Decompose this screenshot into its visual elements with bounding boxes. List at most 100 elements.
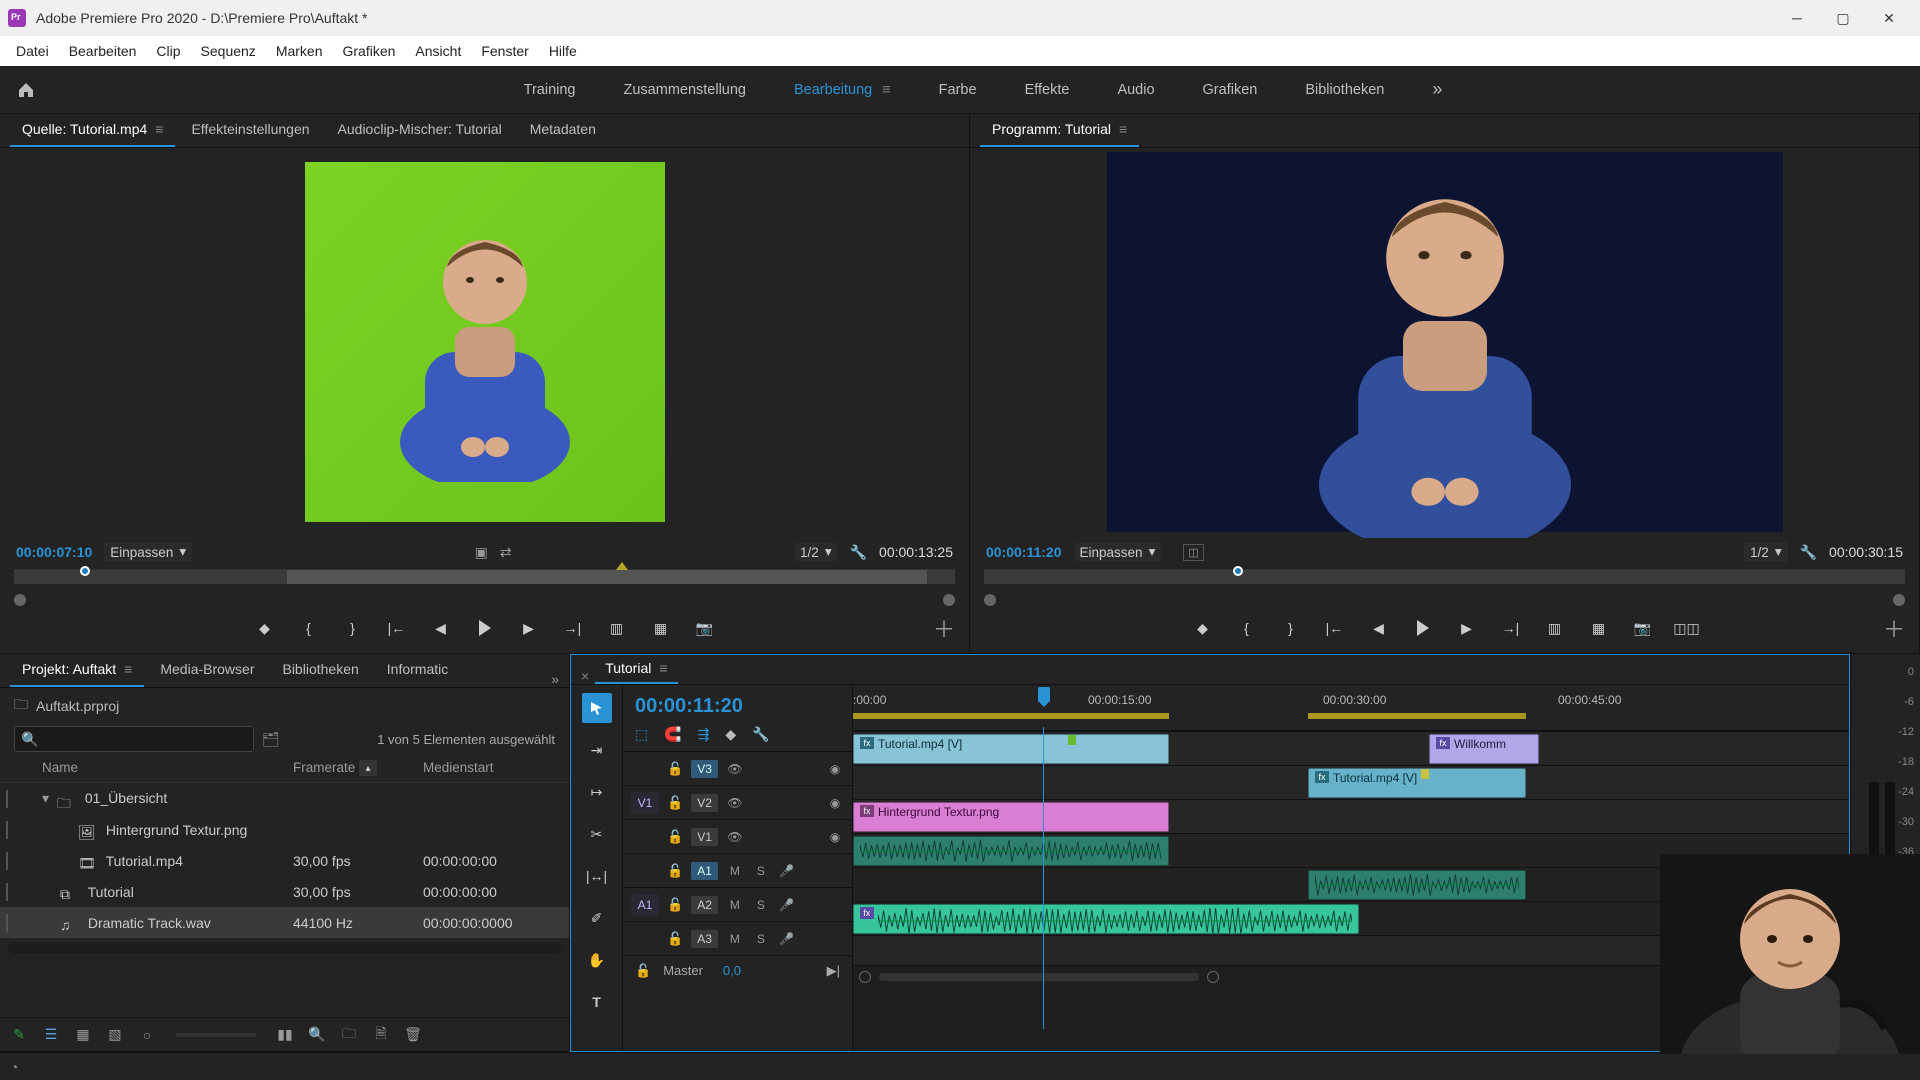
pen-tool-icon[interactable]: ✎ [10, 1026, 28, 1044]
sync-lock-icon[interactable]: ◉ [826, 762, 844, 776]
step-forward-button[interactable]: ▶ [518, 617, 540, 639]
track-target[interactable]: V1 [691, 828, 718, 846]
media-browser-tab[interactable]: Media-Browser [148, 655, 266, 687]
track-target[interactable]: A2 [691, 896, 718, 914]
track-select-tool[interactable]: ⇥ [582, 735, 612, 765]
menu-datei[interactable]: Datei [6, 39, 59, 63]
snap-toggle-icon[interactable]: 🧲 [664, 726, 681, 743]
add-marker-button[interactable]: ◆ [254, 617, 276, 639]
type-tool[interactable]: T [582, 987, 612, 1017]
go-to-in-button[interactable]: |← [1324, 617, 1346, 639]
workspace-audio[interactable]: Audio [1113, 72, 1158, 108]
fx-badge-icon[interactable]: fx [860, 907, 874, 919]
playhead-head[interactable] [1038, 687, 1050, 701]
mute-button[interactable]: M [726, 864, 744, 878]
column-medienstart[interactable]: Medienstart [423, 760, 563, 776]
timeline-clip[interactable]: fx [853, 904, 1359, 934]
filter-bins-icon[interactable]: 🗂 [262, 731, 280, 748]
video-track[interactable]: fxTutorial.mp4 [V] [853, 765, 1849, 799]
timeline-timecode[interactable]: 00:00:11:20 [623, 685, 852, 722]
voice-over-icon[interactable]: 🎤 [778, 898, 796, 912]
project-row[interactable]: ▾ 🗀 01_Übersicht [0, 783, 569, 814]
master-value[interactable]: 0,0 [723, 963, 741, 978]
workspace-zusammenstellung[interactable]: Zusammenstellung [620, 72, 751, 108]
master-output-icon[interactable]: ▶| [827, 963, 840, 979]
nest-toggle-icon[interactable]: ⬚ [635, 726, 648, 743]
program-tab[interactable]: Programm: Tutorial≡ [980, 115, 1139, 147]
menu-grafiken[interactable]: Grafiken [333, 39, 406, 63]
add-marker-button[interactable]: ◆ [1192, 617, 1214, 639]
source-marker-ruler[interactable] [14, 569, 955, 597]
ripple-edit-tool[interactable]: ↦ [582, 777, 612, 807]
workspace-menu-icon[interactable]: ≡ [882, 82, 890, 98]
home-button[interactable] [12, 76, 40, 104]
track-lock-icon[interactable]: 🔓 [667, 863, 683, 879]
maximize-button[interactable]: ▢ [1820, 3, 1866, 33]
linked-selection-icon[interactable]: ⇶ [698, 726, 710, 743]
mark-in-button[interactable]: { [1236, 617, 1258, 639]
clip-marker-icon[interactable] [1421, 769, 1429, 779]
overwrite-button[interactable]: ▦ [650, 617, 672, 639]
timeline-clip[interactable] [1308, 870, 1526, 900]
lift-button[interactable]: ▥ [1544, 617, 1566, 639]
sync-lock-icon[interactable]: ◉ [826, 830, 844, 844]
play-button[interactable] [1412, 617, 1434, 639]
add-marker-icon[interactable]: ◆ [725, 726, 736, 743]
hand-tool[interactable]: ✋ [582, 945, 612, 975]
thumbnail-view-icon[interactable]: ▦ [74, 1026, 92, 1044]
button-editor-icon[interactable]: ＋ [1883, 612, 1905, 644]
source-tab-metadaten[interactable]: Metadaten [518, 115, 608, 147]
track-lock-icon[interactable]: 🔓 [667, 931, 683, 947]
project-row[interactable]: 🎞 Tutorial.mp4 30,00 fps 00:00:00:00 [0, 845, 569, 876]
tabs-overflow-icon[interactable]: » [551, 671, 559, 687]
label-swatch[interactable] [6, 821, 8, 839]
solo-button[interactable]: S [752, 864, 770, 878]
clear-icon[interactable]: 🗑 [404, 1026, 422, 1044]
project-row[interactable]: ♫ Dramatic Track.wav 44100 Hz 00:00:00:0… [0, 907, 569, 938]
track-target[interactable]: A3 [691, 930, 718, 948]
program-vr-toggle-icon[interactable]: ◫ [1183, 544, 1203, 561]
new-bin-icon[interactable]: 🗀 [340, 1026, 358, 1044]
workspace-effekte[interactable]: Effekte [1021, 72, 1074, 108]
fx-badge-icon[interactable]: fx [860, 737, 874, 749]
solo-button[interactable]: S [752, 932, 770, 946]
mark-in-button[interactable]: { [298, 617, 320, 639]
freeform-view-icon[interactable]: ▧ [106, 1026, 124, 1044]
sort-icon[interactable]: ○ [138, 1026, 156, 1044]
new-item-icon[interactable]: 🗎 [372, 1026, 390, 1044]
find-icon[interactable]: 🔍 [308, 1026, 326, 1044]
timeline-ruler[interactable]: :00:0000:00:15:0000:00:30:0000:00:45:00 … [853, 685, 1849, 731]
label-swatch[interactable] [6, 914, 8, 932]
program-playhead[interactable] [1233, 566, 1243, 576]
timeline-clip[interactable]: fxHintergrund Textur.png [853, 802, 1169, 832]
mark-out-button[interactable]: } [1280, 617, 1302, 639]
project-hscroll[interactable] [8, 942, 561, 954]
track-lock-icon[interactable]: 🔓 [667, 897, 683, 913]
play-button[interactable] [474, 617, 496, 639]
mark-out-button[interactable]: } [342, 617, 364, 639]
menu-clip[interactable]: Clip [146, 39, 190, 63]
menu-fenster[interactable]: Fenster [471, 39, 538, 63]
slip-tool[interactable]: |↔| [582, 861, 612, 891]
sequence-tab[interactable]: Tutorial≡ [595, 656, 677, 684]
source-tab-audioclipmischer[interactable]: Audioclip-Mischer: Tutorial [326, 115, 514, 147]
source-playhead[interactable] [80, 566, 90, 576]
menu-marken[interactable]: Marken [266, 39, 333, 63]
zoom-slider[interactable] [176, 1033, 256, 1037]
panel-menu-icon[interactable]: ≡ [1119, 121, 1127, 137]
label-swatch[interactable] [6, 852, 8, 870]
sync-lock-icon[interactable]: ◉ [826, 796, 844, 810]
mute-button[interactable]: M [726, 932, 744, 946]
label-swatch[interactable] [6, 790, 8, 808]
program-resolution-select[interactable]: 1/2 ▾ [1744, 542, 1788, 562]
track-visibility-icon[interactable]: 👁 [726, 830, 744, 844]
program-settings-icon[interactable]: 🔧 [1800, 544, 1817, 561]
step-back-button[interactable]: ◀ [430, 617, 452, 639]
project-row[interactable]: 🖼 Hintergrund Textur.png [0, 814, 569, 845]
workspace-overflow-icon[interactable]: » [1432, 79, 1442, 100]
libraries-tab[interactable]: Bibliotheken [270, 655, 370, 687]
close-button[interactable]: ✕ [1866, 3, 1912, 33]
track-visibility-icon[interactable]: 👁 [726, 762, 744, 776]
project-search-input[interactable]: 🔍 [14, 726, 254, 752]
track-target[interactable]: V3 [691, 760, 718, 778]
